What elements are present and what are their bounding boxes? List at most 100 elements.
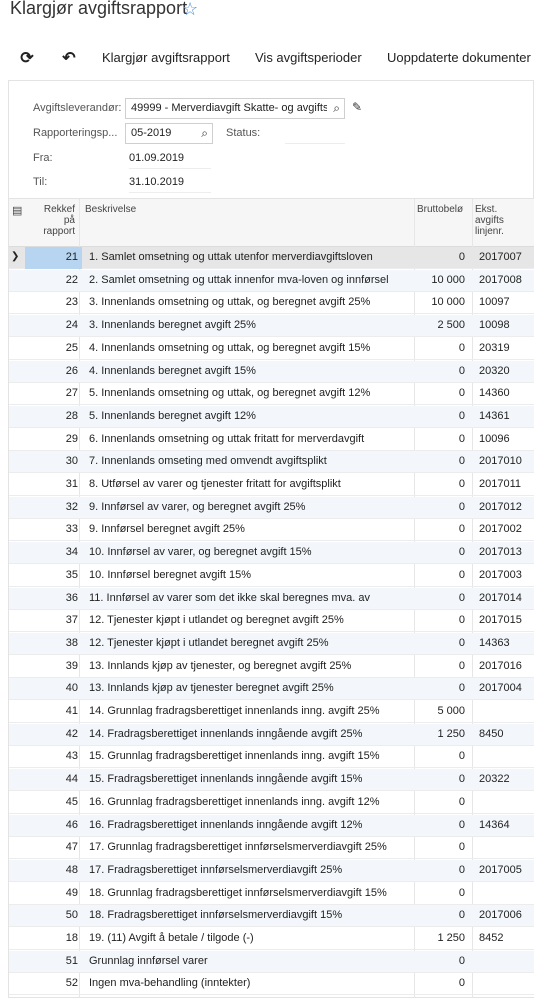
table-row[interactable]: 46 16. Fradragsberettiget innenlands inng…: [9, 815, 534, 837]
row-ext-line-cell[interactable]: 2017003: [479, 569, 534, 581]
row-ext-line-cell[interactable]: 20319: [479, 342, 534, 354]
search-icon[interactable]: ⌕: [333, 101, 340, 116]
row-description-cell[interactable]: 12. Tjenester kjøpt i utlandet beregnet …: [89, 637, 417, 649]
row-ext-line-cell[interactable]: 2017010: [479, 455, 534, 467]
row-order-cell[interactable]: 27: [25, 383, 82, 405]
table-row[interactable]: 51 Grunnlag innførsel varer 0: [9, 951, 534, 973]
row-order-cell[interactable]: 52: [25, 973, 82, 995]
row-amount-cell[interactable]: 0: [409, 864, 465, 876]
row-ext-line-cell[interactable]: 2017014: [479, 592, 534, 604]
row-order-cell[interactable]: 32: [25, 497, 82, 519]
undo-icon[interactable]: ↶: [60, 48, 78, 68]
row-description-cell[interactable]: 5. Innenlands beregnet avgift 12%: [89, 410, 417, 422]
row-description-cell[interactable]: 17. Fradragsberettiget innførselsmerverd…: [89, 864, 417, 876]
table-row[interactable]: 31 8. Utførsel av varer og tjenester frit…: [9, 474, 534, 496]
row-ext-line-cell[interactable]: 2017006: [479, 909, 534, 921]
row-description-cell[interactable]: 17. Grunnlag fradragsberettiget innførse…: [89, 841, 417, 853]
row-amount-cell[interactable]: 2 500: [409, 319, 465, 331]
row-amount-cell[interactable]: 0: [409, 750, 465, 762]
table-row[interactable]: 36 11. Innførsel av varer som det ikke sk…: [9, 588, 534, 610]
row-description-cell[interactable]: 5. Innenlands omsetning og uttak, og ber…: [89, 387, 417, 399]
table-row[interactable]: 37 12. Tjenester kjøpt i utlandet og bere…: [9, 610, 534, 632]
refresh-icon[interactable]: ⟳: [18, 48, 36, 68]
row-order-cell[interactable]: 45: [25, 792, 82, 814]
row-ext-line-cell[interactable]: 10098: [479, 319, 534, 331]
row-order-cell[interactable]: 30: [25, 451, 82, 473]
row-order-cell[interactable]: 35: [25, 565, 82, 587]
row-amount-cell[interactable]: 0: [409, 455, 465, 467]
table-row[interactable]: 43 15. Grunnlag fradragsberettiget innenl…: [9, 746, 534, 768]
row-description-cell[interactable]: Grunnlag innførsel varer: [89, 955, 417, 967]
row-description-cell[interactable]: 9. Innførsel av varer, og beregnet avgif…: [89, 501, 417, 513]
row-amount-cell[interactable]: 0: [409, 433, 465, 445]
table-row[interactable]: 48 17. Fradragsberettiget innførselsmerve…: [9, 860, 534, 882]
row-ext-line-cell[interactable]: 2017015: [479, 614, 534, 626]
table-row[interactable]: 26 4. Innenlands beregnet avgift 15% 0 2032…: [9, 361, 534, 383]
row-description-cell[interactable]: 19. (11) Avgift å betale / tilgode (-): [89, 932, 417, 944]
row-ext-line-cell[interactable]: 2017016: [479, 660, 534, 672]
table-row[interactable]: 29 6. Innenlands omsetning og uttak frita…: [9, 429, 534, 451]
row-amount-cell[interactable]: 0: [409, 773, 465, 785]
row-amount-cell[interactable]: 0: [409, 819, 465, 831]
row-order-cell[interactable]: 38: [25, 633, 82, 655]
row-ext-line-cell[interactable]: 10096: [479, 433, 534, 445]
table-row[interactable]: 34 10. Innførsel av varer, og beregnet av…: [9, 542, 534, 564]
table-row[interactable]: 47 17. Grunnlag fradragsberettiget innfør…: [9, 837, 534, 859]
table-row[interactable]: 27 5. Innenlands omsetning og uttak, og b…: [9, 383, 534, 405]
row-amount-cell[interactable]: 10 000: [409, 296, 465, 308]
row-description-cell[interactable]: 9. Innførsel beregnet avgift 25%: [89, 523, 417, 535]
table-row[interactable]: 40 13. Innlands kjøp av tjenester beregne…: [9, 678, 534, 700]
row-amount-cell[interactable]: 0: [409, 887, 465, 899]
row-ext-line-cell[interactable]: 2017013: [479, 546, 534, 558]
row-order-cell[interactable]: 26: [25, 361, 82, 383]
row-description-cell[interactable]: 10. Innførsel av varer, og beregnet avgi…: [89, 546, 417, 558]
row-ext-line-cell[interactable]: 20320: [479, 365, 534, 377]
row-amount-cell[interactable]: 0: [409, 796, 465, 808]
row-amount-cell[interactable]: 0: [409, 410, 465, 422]
row-order-cell[interactable]: 34: [25, 542, 82, 564]
row-description-cell[interactable]: 12. Tjenester kjøpt i utlandet og beregn…: [89, 614, 417, 626]
column-header-description[interactable]: Beskrivelse: [85, 204, 136, 215]
table-row[interactable]: 50 18. Fradragsberettiget innførselsmerve…: [9, 905, 534, 927]
edit-pencil-icon[interactable]: ✎: [352, 100, 362, 114]
row-amount-cell[interactable]: 0: [409, 569, 465, 581]
table-row[interactable]: 30 7. Innenlands omseting med omvendt avg…: [9, 451, 534, 473]
column-header-ext-line[interactable]: Ekst. avgifts linjenr.: [475, 204, 504, 237]
column-header-order[interactable]: Rekkef på rapport: [25, 204, 75, 237]
row-order-cell[interactable]: 42: [25, 724, 82, 746]
row-amount-cell[interactable]: 0: [409, 614, 465, 626]
table-row[interactable]: 52 Ingen mva-behandling (inntekter) 0: [9, 973, 534, 995]
row-order-cell[interactable]: 28: [25, 406, 82, 428]
row-description-cell[interactable]: 16. Fradragsberettiget innenlands inngåe…: [89, 819, 417, 831]
row-amount-cell[interactable]: 0: [409, 592, 465, 604]
row-amount-cell[interactable]: 1 250: [409, 728, 465, 740]
row-amount-cell[interactable]: 0: [409, 909, 465, 921]
row-ext-line-cell[interactable]: 14364: [479, 819, 534, 831]
row-amount-cell[interactable]: 0: [409, 955, 465, 967]
row-order-cell[interactable]: 39: [25, 656, 82, 678]
row-order-cell[interactable]: 18: [25, 928, 82, 950]
row-order-cell[interactable]: 41: [25, 701, 82, 723]
outdated-documents-button[interactable]: Uoppdaterte dokumenter: [387, 50, 531, 65]
row-order-cell[interactable]: 31: [25, 474, 82, 496]
table-row[interactable]: 39 13. Innlands kjøp av tjenester, og ber…: [9, 656, 534, 678]
table-row[interactable]: 49 18. Grunnlag fradragsberettiget innfør…: [9, 883, 534, 905]
row-description-cell[interactable]: 4. Innenlands omsetning og uttak, og ber…: [89, 342, 417, 354]
row-amount-cell[interactable]: 0: [409, 546, 465, 558]
row-order-cell[interactable]: 51: [25, 951, 82, 973]
row-amount-cell[interactable]: 5 000: [409, 705, 465, 717]
star-outline-icon[interactable]: ☆: [182, 0, 198, 20]
row-order-cell[interactable]: 22: [25, 270, 82, 292]
grid-settings-icon[interactable]: ▤: [12, 206, 22, 217]
table-row[interactable]: 41 14. Grunnlag fradragsberettiget innenl…: [9, 701, 534, 723]
table-row[interactable]: 44 15. Fradragsberettiget innenlands inng…: [9, 769, 534, 791]
column-header-amount[interactable]: Bruttobelø: [417, 204, 469, 215]
row-ext-line-cell[interactable]: 2017011: [479, 478, 534, 490]
row-order-cell[interactable]: 29: [25, 429, 82, 451]
row-order-cell[interactable]: 21: [25, 247, 82, 269]
row-description-cell[interactable]: 2. Samlet omsetning og uttak innenfor mv…: [89, 274, 417, 286]
row-order-cell[interactable]: 23: [25, 292, 82, 314]
row-description-cell[interactable]: 15. Fradragsberettiget innenlands inngåe…: [89, 773, 417, 785]
table-row[interactable]: 22 2. Samlet omsetning og uttak innenfor …: [9, 270, 534, 292]
row-description-cell[interactable]: 15. Grunnlag fradragsberettiget innenlan…: [89, 750, 417, 762]
